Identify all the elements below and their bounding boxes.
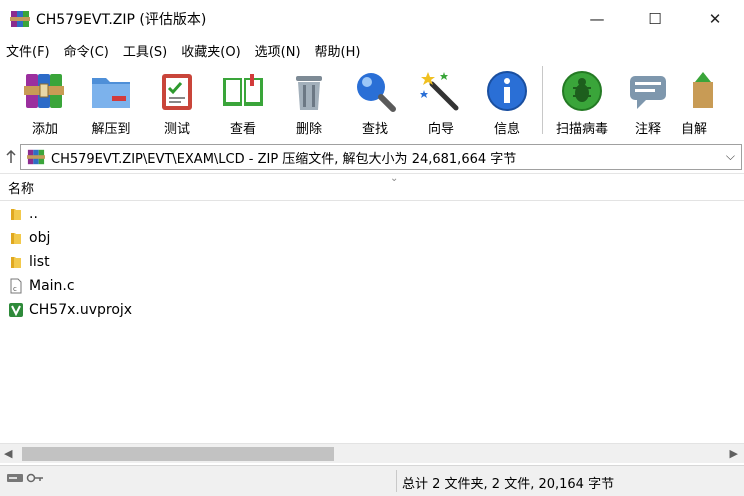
magnifier-icon bbox=[357, 73, 396, 112]
wizard-button[interactable]: 向导 bbox=[408, 62, 474, 138]
extract-folder-icon bbox=[92, 78, 130, 108]
menu-options[interactable]: 选项(N) bbox=[255, 41, 301, 60]
list-item[interactable]: obj bbox=[0, 226, 744, 250]
add-archive-icon bbox=[24, 74, 64, 108]
wizard-label: 向导 bbox=[427, 122, 454, 137]
scroll-right-icon[interactable]: ▶ bbox=[730, 447, 738, 460]
list-item[interactable]: CH57x.uvprojx bbox=[0, 298, 744, 322]
maximize-button[interactable]: ☐ bbox=[626, 0, 684, 38]
winrar-app-icon bbox=[10, 11, 30, 27]
delete-label: 删除 bbox=[295, 122, 322, 137]
list-item[interactable]: .. bbox=[0, 202, 744, 226]
minimize-icon: — bbox=[589, 10, 605, 28]
status-icons bbox=[6, 472, 44, 484]
scan-virus-button[interactable]: 扫描病毒 bbox=[549, 62, 615, 138]
trash-can-icon bbox=[296, 76, 322, 110]
list-item[interactable]: c Main.c bbox=[0, 274, 744, 298]
file-name: Main.c bbox=[29, 278, 75, 294]
virus-scan-icon bbox=[562, 71, 602, 111]
list-item[interactable]: list bbox=[0, 250, 744, 274]
close-button[interactable]: ✕ bbox=[686, 0, 744, 38]
find-label: 查找 bbox=[361, 122, 388, 137]
list-header: 名称 ⌄ bbox=[0, 173, 744, 201]
close-icon: ✕ bbox=[708, 10, 722, 28]
menu-bar: 文件(F) 命令(C) 工具(S) 收藏夹(O) 选项(N) 帮助(H) bbox=[0, 38, 744, 62]
chevron-down-icon[interactable]: ⌵ bbox=[726, 149, 735, 164]
toolbar: 添加 解压到 测试 查看 删除 查找 向导 信息 扫描病毒 注释 自解 bbox=[0, 62, 744, 140]
folder-icon bbox=[11, 233, 21, 244]
test-label: 测试 bbox=[163, 122, 190, 137]
info-button[interactable]: 信息 bbox=[474, 62, 540, 138]
keil-project-icon bbox=[9, 303, 23, 317]
scan-virus-label: 扫描病毒 bbox=[555, 122, 608, 137]
view-button[interactable]: 查看 bbox=[210, 62, 276, 138]
file-name: list bbox=[29, 254, 50, 270]
scroll-left-icon[interactable]: ◀ bbox=[4, 447, 12, 460]
delete-button[interactable]: 删除 bbox=[276, 62, 342, 138]
key-icon[interactable] bbox=[26, 472, 44, 484]
svg-text:c: c bbox=[13, 285, 17, 293]
view-label: 查看 bbox=[229, 122, 256, 137]
c-file-icon: c bbox=[10, 278, 22, 294]
status-divider bbox=[396, 470, 397, 492]
archive-path-text: CH579EVT.ZIP\EVT\EXAM\LCD - ZIP 压缩文件, 解包… bbox=[51, 151, 517, 167]
path-combobox[interactable]: CH579EVT.ZIP\EVT\EXAM\LCD - ZIP 压缩文件, 解包… bbox=[20, 144, 742, 170]
archive-icon bbox=[27, 149, 45, 165]
column-header-name[interactable]: 名称 bbox=[8, 178, 34, 197]
menu-commands[interactable]: 命令(C) bbox=[64, 41, 109, 60]
comment-bubble-icon bbox=[630, 76, 666, 109]
file-name: CH57x.uvprojx bbox=[29, 302, 133, 318]
info-label: 信息 bbox=[493, 122, 520, 137]
file-name: obj bbox=[29, 230, 51, 246]
up-folder-button[interactable] bbox=[4, 144, 18, 170]
menu-favorites[interactable]: 收藏夹(O) bbox=[181, 41, 240, 60]
comment-label: 注释 bbox=[634, 122, 661, 137]
folder-icon bbox=[11, 257, 21, 268]
test-button[interactable]: 测试 bbox=[144, 62, 210, 138]
sfx-archive-icon bbox=[693, 72, 713, 108]
address-bar: CH579EVT.ZIP\EVT\EXAM\LCD - ZIP 压缩文件, 解包… bbox=[0, 140, 744, 174]
sfx-button[interactable]: 自解 bbox=[681, 62, 721, 138]
status-summary: 总计 2 文件夹, 2 文件, 20,164 字节 bbox=[402, 477, 615, 492]
menu-help[interactable]: 帮助(H) bbox=[315, 41, 361, 60]
drive-icon[interactable] bbox=[6, 472, 24, 484]
view-book-icon bbox=[223, 74, 263, 106]
toolbar-separator bbox=[542, 66, 543, 134]
sfx-label: 自解 bbox=[681, 122, 708, 137]
menu-file[interactable]: 文件(F) bbox=[6, 41, 50, 60]
minimize-button[interactable]: — bbox=[568, 0, 626, 38]
menu-tools[interactable]: 工具(S) bbox=[123, 41, 167, 60]
find-button[interactable]: 查找 bbox=[342, 62, 408, 138]
add-label: 添加 bbox=[31, 122, 58, 137]
maximize-icon: ☐ bbox=[648, 10, 662, 28]
sort-chevron-icon: ⌄ bbox=[390, 173, 399, 184]
up-arrow-icon bbox=[6, 150, 16, 163]
file-list: .. obj list c Main.c CH57x.uvprojx bbox=[0, 202, 744, 442]
scrollbar-thumb[interactable] bbox=[22, 447, 334, 461]
test-clipboard-icon bbox=[162, 74, 192, 110]
magic-wand-icon bbox=[420, 72, 459, 111]
extract-to-button[interactable]: 解压到 bbox=[78, 62, 144, 138]
status-bar: 总计 2 文件夹, 2 文件, 20,164 字节 bbox=[0, 465, 744, 496]
folder-icon bbox=[11, 209, 21, 220]
comment-button[interactable]: 注释 bbox=[615, 62, 681, 138]
add-button[interactable]: 添加 bbox=[12, 62, 78, 138]
file-name: .. bbox=[29, 206, 38, 222]
info-icon bbox=[487, 71, 527, 111]
window-title: CH579EVT.ZIP (评估版本) bbox=[36, 12, 207, 28]
extract-to-label: 解压到 bbox=[91, 122, 131, 137]
horizontal-scrollbar[interactable]: ◀ ▶ bbox=[0, 443, 744, 463]
